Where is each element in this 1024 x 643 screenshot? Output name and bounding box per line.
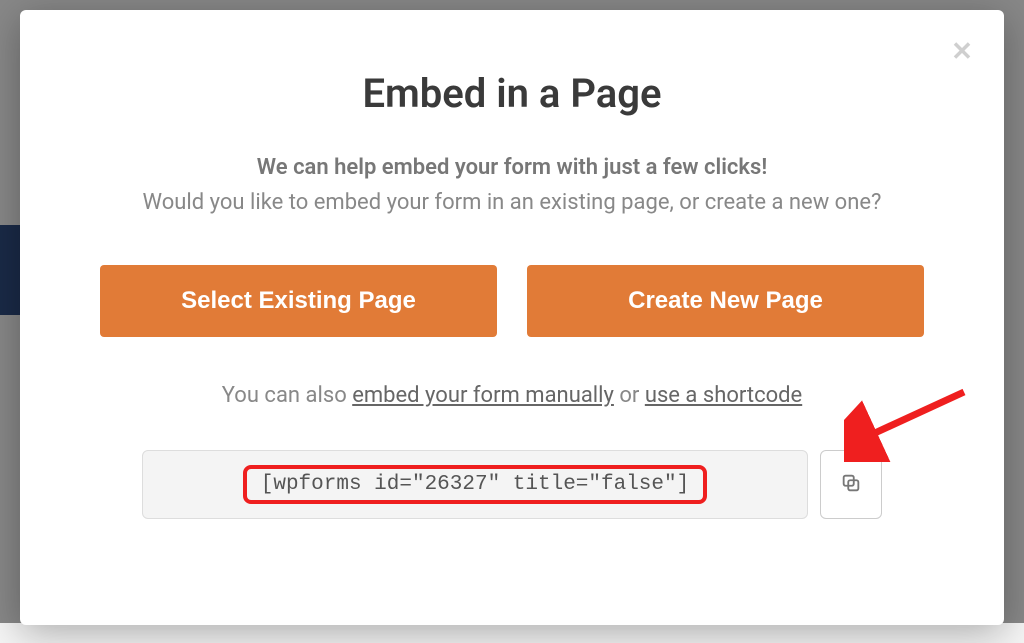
button-row: Select Existing Page Create New Page: [100, 265, 924, 337]
copy-shortcode-button[interactable]: [820, 450, 882, 519]
copy-icon: [840, 472, 862, 497]
embed-modal: ✕ Embed in a Page We can help embed your…: [20, 10, 1004, 625]
bg-bottom-fragment: [0, 623, 1024, 643]
close-icon[interactable]: ✕: [950, 40, 974, 64]
create-new-page-button[interactable]: Create New Page: [527, 265, 924, 337]
footer-prefix: You can also: [222, 383, 352, 408]
shortcode-box: [wpforms id="26327" title="false"]: [142, 450, 808, 519]
select-existing-page-button[interactable]: Select Existing Page: [100, 265, 497, 337]
bg-sidebar-fragment: [0, 225, 20, 315]
shortcode-row: [wpforms id="26327" title="false"]: [142, 450, 882, 519]
footer-text: You can also embed your form manually or…: [100, 383, 924, 408]
embed-manually-link[interactable]: embed your form manually: [352, 383, 614, 408]
modal-title: Embed in a Page: [100, 70, 924, 117]
modal-subtitle-light: Would you like to embed your form in an …: [100, 186, 924, 219]
modal-subtitle-bold: We can help embed your form with just a …: [100, 155, 924, 180]
use-shortcode-link[interactable]: use a shortcode: [645, 383, 802, 408]
shortcode-text[interactable]: [wpforms id="26327" title="false"]: [243, 465, 707, 504]
footer-middle: or: [614, 383, 645, 408]
